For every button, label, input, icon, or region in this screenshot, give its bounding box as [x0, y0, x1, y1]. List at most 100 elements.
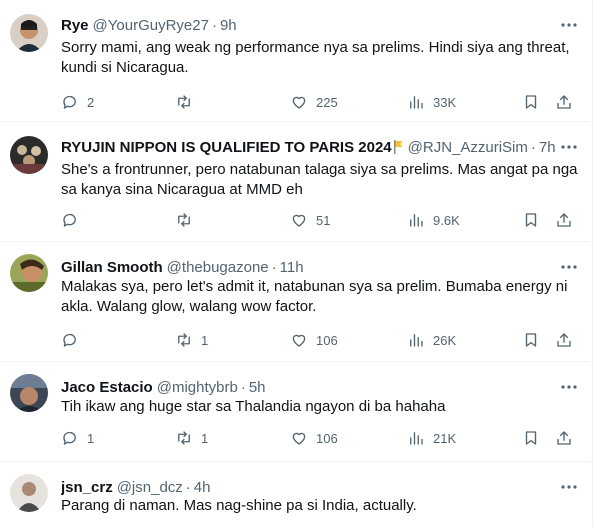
- avatar[interactable]: [10, 254, 48, 292]
- reply-button[interactable]: 2: [61, 92, 94, 112]
- tweet-text: Malakas sya, pero let's admit it, natabu…: [61, 278, 568, 315]
- avatar[interactable]: [10, 474, 48, 512]
- display-name[interactable]: jsn_crz: [61, 479, 113, 496]
- tweet-text: She's a frontrunner, pero natabunan tala…: [61, 161, 578, 198]
- tweet-0[interactable]: Rye @YourGuyRye27 · 9h Sorry mami, ang w…: [0, 0, 590, 122]
- tweet-header: jsn_crz @jsn_dcz · 4h: [61, 476, 584, 498]
- timestamp[interactable]: 5h: [249, 379, 266, 396]
- timestamp[interactable]: 9h: [220, 17, 237, 34]
- reply-button[interactable]: 1: [61, 428, 94, 448]
- timestamp[interactable]: 7h: [539, 139, 556, 156]
- views-icon: [410, 432, 423, 445]
- retweet-button[interactable]: [175, 210, 201, 230]
- more-icon[interactable]: [560, 16, 578, 34]
- display-name[interactable]: Gillan Smooth: [61, 259, 163, 276]
- more-icon[interactable]: [560, 258, 578, 276]
- retweet-button[interactable]: 1: [175, 428, 208, 448]
- user-handle[interactable]: @thebugazone: [167, 259, 269, 276]
- like-count: 51: [316, 212, 331, 228]
- views-button[interactable]: 26K: [407, 330, 456, 350]
- retweet-icon: [178, 333, 190, 347]
- action-bar: 51 9.6K: [61, 210, 580, 230]
- reply-icon: [63, 431, 76, 445]
- bookmark-icon: [525, 431, 537, 445]
- more-icon[interactable]: [560, 138, 578, 156]
- like-icon: [292, 96, 306, 109]
- tweet-1[interactable]: RYUJIN NIPPON IS QUALIFIED TO PARIS 2024…: [0, 122, 590, 242]
- share-button[interactable]: [555, 428, 573, 448]
- action-bar: 1 1 106 21K: [61, 428, 580, 448]
- tweet-2[interactable]: Gillan Smooth @thebugazone · 11h Malakas…: [0, 242, 590, 362]
- views-button[interactable]: 9.6K: [407, 210, 460, 230]
- user-handle[interactable]: @mightybrb: [157, 379, 238, 396]
- tweet-header: Jaco Estacio @mightybrb · 5h: [61, 376, 584, 398]
- bookmark-button[interactable]: [522, 428, 540, 448]
- retweet-icon: [178, 213, 190, 227]
- separator-dot: ·: [185, 478, 191, 496]
- reply-icon: [63, 213, 76, 227]
- reply-button[interactable]: [61, 210, 87, 230]
- share-button[interactable]: [555, 330, 573, 350]
- tweet-4[interactable]: jsn_crz @jsn_dcz · 4h Parang di naman. M…: [0, 462, 590, 527]
- like-icon: [292, 432, 306, 445]
- like-count: 106: [316, 332, 338, 348]
- retweet-button[interactable]: 1: [175, 330, 208, 350]
- avatar[interactable]: [10, 136, 48, 174]
- retweet-button[interactable]: [175, 92, 201, 112]
- action-bar: 2 225 33K: [61, 92, 580, 112]
- avatar[interactable]: [10, 374, 48, 412]
- like-button[interactable]: 106: [290, 428, 338, 448]
- bookmark-icon: [525, 213, 537, 227]
- bookmark-button[interactable]: [522, 330, 540, 350]
- tweet-header: Gillan Smooth @thebugazone · 11h: [61, 256, 584, 278]
- timestamp[interactable]: 4h: [194, 479, 211, 496]
- display-name[interactable]: Jaco Estacio: [61, 379, 153, 396]
- view-count: 26K: [433, 332, 457, 348]
- view-count: 9.6K: [433, 212, 460, 228]
- tweet-text: Sorry mami, ang weak ng performance nya …: [61, 39, 570, 76]
- share-button[interactable]: [555, 210, 573, 230]
- view-count: 33K: [433, 94, 457, 110]
- separator-dot: ·: [240, 378, 246, 396]
- display-name[interactable]: RYUJIN NIPPON IS QUALIFIED TO PARIS 2024: [61, 139, 404, 156]
- reply-icon: [63, 95, 76, 109]
- bookmark-button[interactable]: [522, 210, 540, 230]
- retweet-count: 1: [201, 332, 209, 348]
- user-handle[interactable]: @RJN_AzzuriSim: [408, 139, 528, 156]
- tweet-header: Rye @YourGuyRye27 · 9h: [61, 14, 584, 36]
- more-icon[interactable]: [560, 478, 578, 496]
- user-handle[interactable]: @jsn_dcz: [117, 479, 183, 496]
- share-icon: [557, 213, 571, 227]
- tweet-text: Tih ikaw ang huge star sa Thalandia ngay…: [61, 398, 446, 415]
- avatar[interactable]: [10, 14, 48, 52]
- share-icon: [557, 95, 571, 109]
- like-count: 106: [316, 430, 338, 446]
- views-button[interactable]: 33K: [407, 92, 456, 112]
- views-button[interactable]: 21K: [407, 428, 456, 448]
- action-bar: 1 106 26K: [61, 330, 580, 350]
- tweet-header: RYUJIN NIPPON IS QUALIFIED TO PARIS 2024…: [61, 136, 584, 158]
- more-icon[interactable]: [560, 378, 578, 396]
- retweet-count: 1: [201, 430, 209, 446]
- like-icon: [292, 334, 306, 347]
- reply-button[interactable]: [61, 330, 87, 350]
- reply-icon: [63, 333, 76, 347]
- like-count: 225: [316, 94, 338, 110]
- like-button[interactable]: 51: [290, 210, 330, 230]
- timestamp[interactable]: 11h: [280, 259, 304, 276]
- share-icon: [557, 333, 571, 347]
- share-button[interactable]: [555, 92, 573, 112]
- separator-dot: ·: [211, 16, 217, 34]
- view-count: 21K: [433, 430, 457, 446]
- bookmark-button[interactable]: [522, 92, 540, 112]
- tweet-3[interactable]: Jaco Estacio @mightybrb · 5h Tih ikaw an…: [0, 362, 590, 462]
- retweet-icon: [178, 431, 190, 445]
- separator-dot: ·: [271, 258, 277, 276]
- like-button[interactable]: 225: [290, 92, 338, 112]
- display-name[interactable]: Rye: [61, 17, 89, 34]
- bookmark-icon: [525, 333, 537, 347]
- column-border: [592, 0, 593, 527]
- like-button[interactable]: 106: [290, 330, 338, 350]
- flag-emoji-icon: [393, 139, 403, 154]
- user-handle[interactable]: @YourGuyRye27: [93, 17, 209, 34]
